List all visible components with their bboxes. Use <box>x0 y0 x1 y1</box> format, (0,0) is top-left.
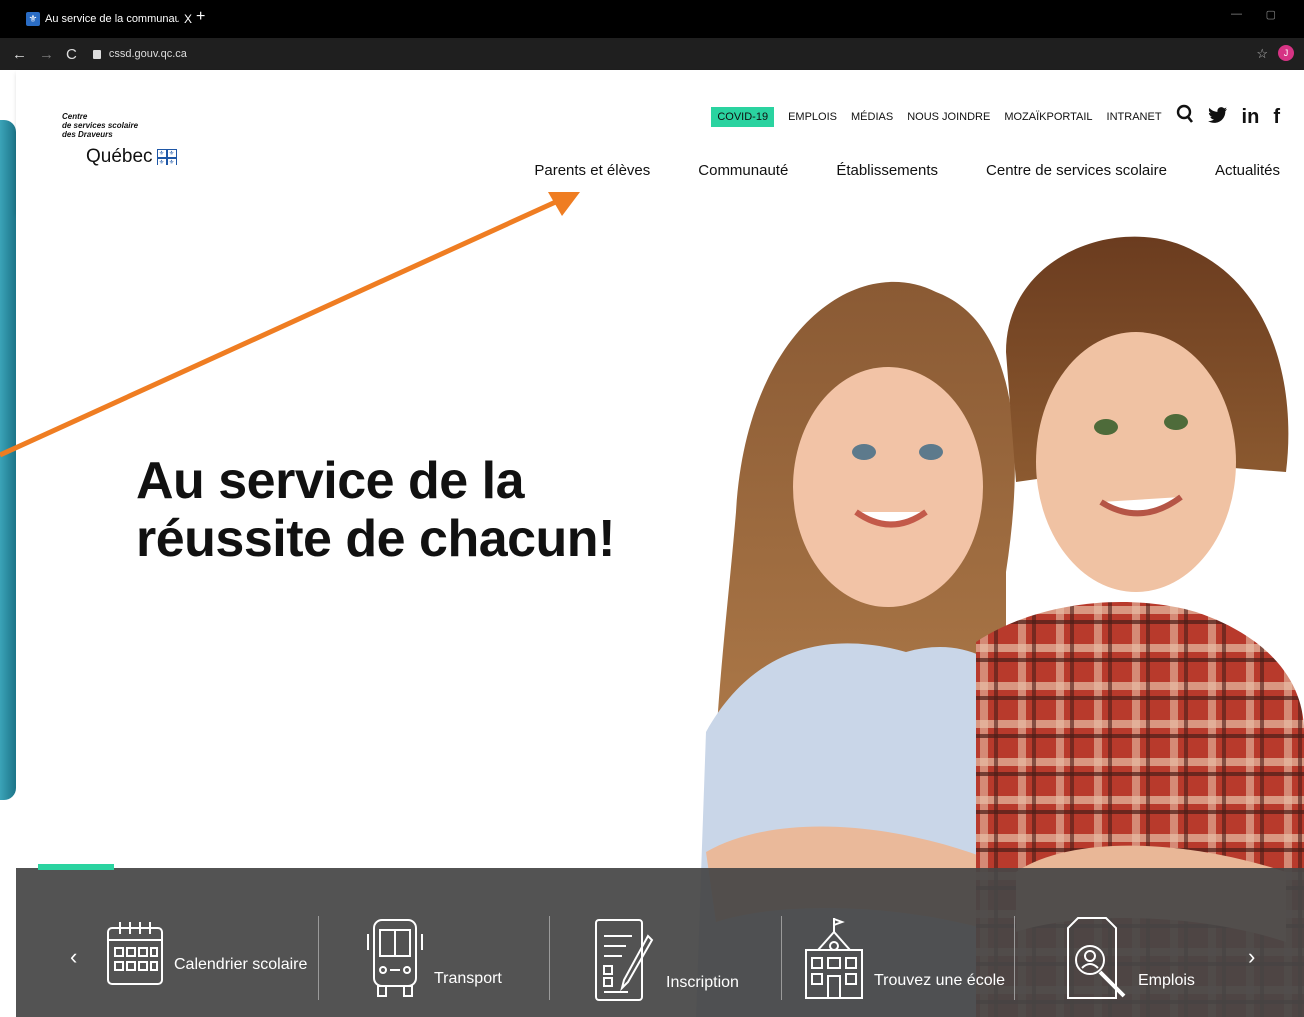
nav-actualites[interactable]: Actualités <box>1215 162 1280 179</box>
quick-link-label: Transport <box>434 970 502 987</box>
nav-mozaikportail[interactable]: MOZAÏKPORTAIL <box>1004 111 1092 123</box>
quick-links-bar: ‹ Calendrier scolaire Transport Inscript… <box>16 864 1304 1017</box>
nav-medias[interactable]: MÉDIAS <box>851 111 893 123</box>
nav-communaute[interactable]: Communauté <box>698 162 788 179</box>
quick-link-label: Calendrier scolaire <box>174 956 308 973</box>
logo-line: des Draveurs <box>62 130 113 139</box>
school-icon <box>805 918 863 999</box>
quick-link-trouvez-ecole[interactable]: Trouvez une école <box>804 916 1005 1002</box>
facebook-icon[interactable]: f <box>1273 106 1280 129</box>
quick-link-label: Trouvez une école <box>874 972 1006 989</box>
site-logo[interactable]: Centre de services scolaire des Draveurs… <box>62 112 177 167</box>
profile-avatar[interactable]: J <box>1278 45 1294 61</box>
nav-covid[interactable]: COVID-19 <box>711 107 775 127</box>
lock-icon <box>92 49 101 59</box>
back-icon[interactable]: ← <box>12 46 27 63</box>
divider <box>549 916 550 1000</box>
logo-line: de services scolaire <box>62 121 139 130</box>
nav-etablissements[interactable]: Établissements <box>836 162 938 179</box>
nav-intranet[interactable]: INTRANET <box>1107 111 1162 123</box>
minimize-icon[interactable]: — <box>1231 8 1242 20</box>
nav-centre-services[interactable]: Centre de services scolaire <box>986 162 1167 179</box>
chevron-right-icon[interactable]: › <box>1248 944 1255 970</box>
maximize-icon[interactable]: ▢ <box>1266 8 1276 21</box>
forward-icon[interactable]: → <box>39 46 54 63</box>
tab-close-button[interactable]: X <box>184 12 192 26</box>
quick-link-label: Emplois <box>1138 972 1195 989</box>
chevron-left-icon[interactable]: ‹ <box>70 944 77 970</box>
reload-icon[interactable]: C <box>66 46 77 63</box>
browser-tab[interactable]: ⚜ Au service de la communauté | C X <box>18 6 196 32</box>
nav-parents-eleves[interactable]: Parents et élèves <box>534 162 650 179</box>
twitter-icon[interactable] <box>1207 106 1228 129</box>
divider <box>318 916 319 1000</box>
browser-titlebar: ⚜ Au service de la communauté | C X + — … <box>0 0 1304 38</box>
new-tab-button[interactable]: + <box>196 8 205 26</box>
linkedin-icon[interactable]: in <box>1242 106 1260 129</box>
main-nav: Parents et élèves Communauté Établisseme… <box>534 162 1280 179</box>
calendar-icon <box>107 922 163 985</box>
form-icon <box>595 919 654 1001</box>
quick-link-calendrier[interactable]: Calendrier scolaire <box>106 916 307 986</box>
search-icon[interactable] <box>1176 104 1194 130</box>
divider <box>1014 916 1015 1000</box>
logo-line: Centre <box>62 112 88 121</box>
quick-link-transport[interactable]: Transport <box>366 916 502 1000</box>
quick-link-label: Inscription <box>666 974 739 991</box>
logo-quebec-text: Québec <box>86 146 153 167</box>
quebec-flag-icon: ⚜ ⚜ ⚜ ⚜ <box>156 149 177 166</box>
tab-title: Au service de la communauté | C <box>45 13 179 25</box>
url-field[interactable]: cssd.gouv.qc.ca <box>109 48 187 60</box>
quick-link-inscription[interactable]: Inscription <box>594 916 739 1004</box>
divider <box>781 916 782 1000</box>
bookmark-star-icon[interactable]: ☆ <box>1256 46 1268 62</box>
address-bar: ← → C cssd.gouv.qc.ca ☆ J <box>0 38 1304 70</box>
quick-link-emplois[interactable]: Emplois <box>1066 916 1195 1002</box>
nav-emplois[interactable]: EMPLOIS <box>788 111 837 123</box>
utility-nav: COVID-19 EMPLOIS MÉDIAS NOUS JOINDRE MOZ… <box>711 104 1280 130</box>
nav-nous-joindre[interactable]: NOUS JOINDRE <box>907 111 990 123</box>
annotation-arrow <box>0 192 580 458</box>
fleur-de-lis-icon: ⚜ <box>26 12 40 26</box>
accent-line <box>38 864 114 870</box>
job-search-icon <box>1067 917 1126 999</box>
bus-icon <box>367 919 423 997</box>
hero-title-line: réussite de chacun! <box>136 510 615 568</box>
